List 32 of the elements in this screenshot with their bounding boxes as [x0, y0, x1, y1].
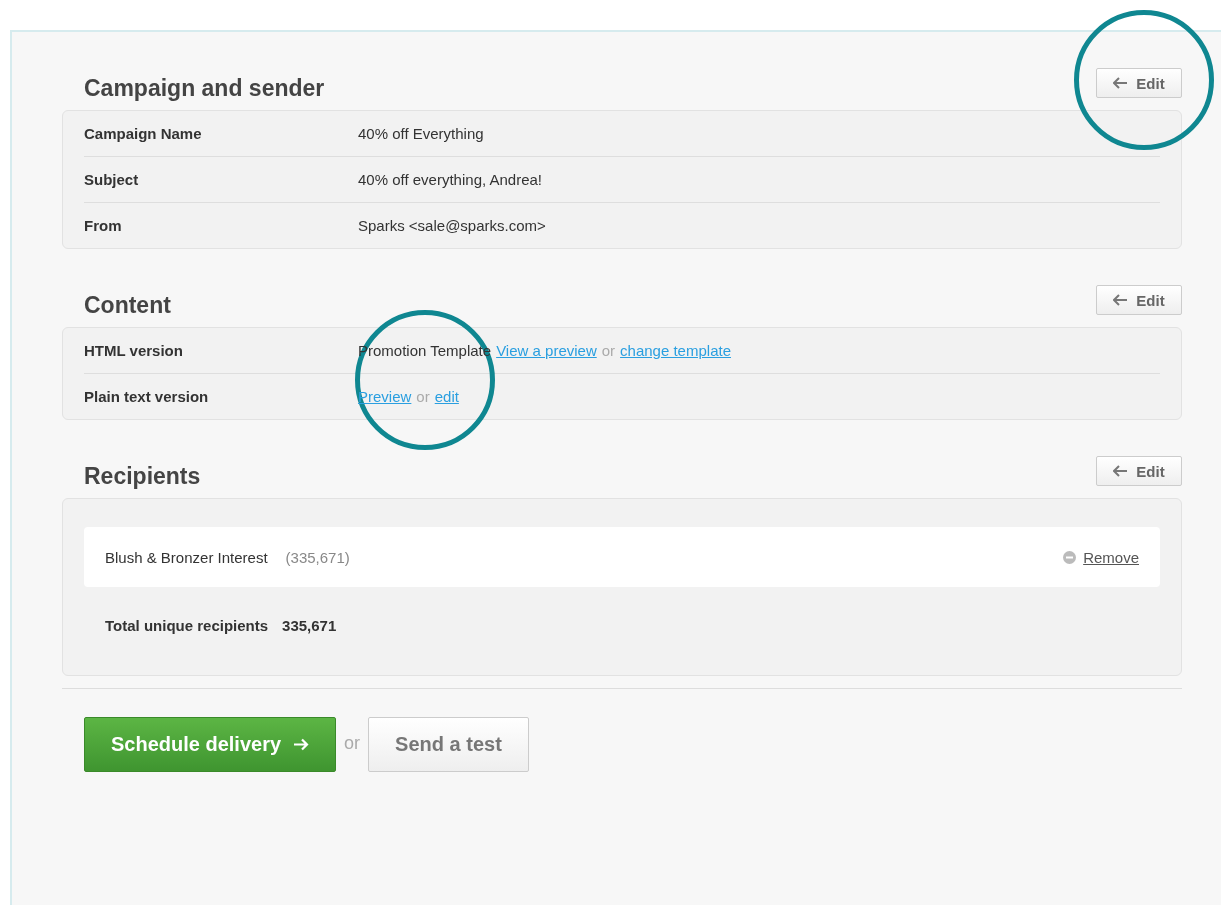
- list-count: (335,671): [285, 548, 351, 566]
- section-title: Campaign and sender: [84, 74, 325, 102]
- field-label: Plain text version: [84, 388, 210, 405]
- edit-button[interactable]: Edit: [1096, 68, 1182, 98]
- link[interactable]: View a preview: [496, 342, 597, 359]
- arrow-left-icon: [1113, 77, 1129, 89]
- or-text: or: [344, 733, 361, 754]
- field-value: 40% off Everything: [358, 125, 484, 142]
- link[interactable]: change template: [620, 342, 731, 359]
- section-title: Recipients: [84, 462, 201, 490]
- field-label: HTML version: [84, 342, 184, 359]
- total-value: 335,671: [282, 617, 337, 634]
- field-value: 40% off everything, Andrea!: [358, 171, 542, 188]
- field-label: From: [84, 217, 123, 234]
- total-label: Total unique recipients: [105, 617, 269, 634]
- edit-button[interactable]: Edit: [1096, 285, 1182, 315]
- field-value: Sparks <sale@sparks.com>: [358, 217, 546, 234]
- edit-button[interactable]: Edit: [1096, 456, 1182, 486]
- arrow-left-icon: [1113, 294, 1129, 306]
- or-text: or: [416, 388, 430, 405]
- send-test-button[interactable]: Send a test: [368, 717, 529, 772]
- section-title: Content: [84, 291, 171, 319]
- or-text: or: [601, 342, 616, 359]
- minus-circle-icon: [1063, 550, 1077, 564]
- schedule-delivery-button[interactable]: Schedule delivery: [84, 717, 337, 772]
- link[interactable]: edit: [434, 388, 459, 405]
- arrow-left-icon: [1113, 465, 1129, 477]
- field-label: Campaign Name: [84, 125, 203, 142]
- list-name: Blush & Bronzer Interest: [105, 548, 268, 566]
- arrow-right-icon: [293, 738, 310, 751]
- remove-link[interactable]: Remove: [1063, 548, 1139, 566]
- field-label: Subject: [84, 171, 140, 188]
